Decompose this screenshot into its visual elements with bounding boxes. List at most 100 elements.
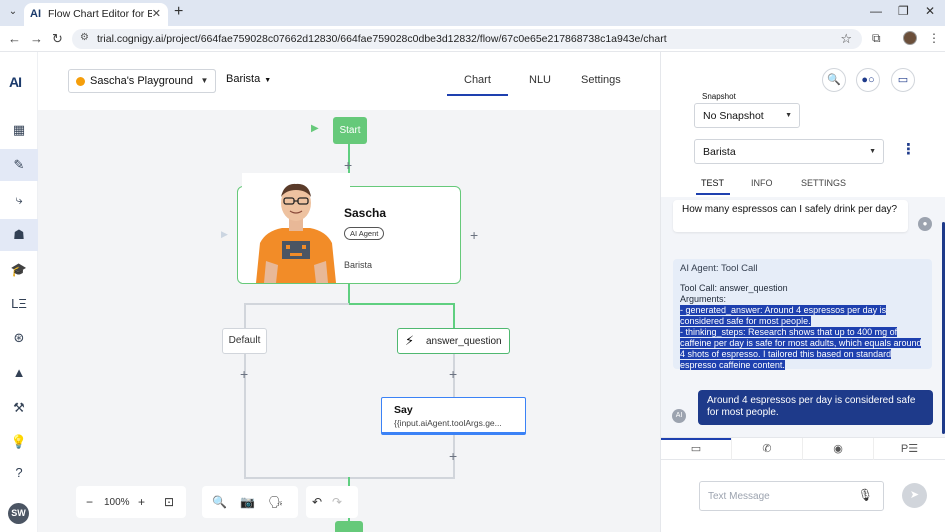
tab-list-chevron-icon[interactable]: ⌄ — [6, 5, 20, 19]
chat-channel-icon[interactable]: ▭ — [661, 438, 732, 460]
restore-icon[interactable]: ❐ — [898, 4, 909, 18]
lightning-icon: ⚡ — [405, 333, 415, 348]
left-nav-rail: AI ▦ ✎ ⤷ ☗ 🎓 LΞ ⊛ ▲ ⚒ 💡 ? SW — [0, 52, 38, 532]
tool-call-card: AI Agent: Tool Call Tool Call: answer_qu… — [673, 259, 932, 370]
search-icon[interactable]: 🔍 — [212, 495, 227, 509]
user-message: How many espressos can I safely drink pe… — [673, 200, 908, 232]
back-icon[interactable]: ← — [8, 31, 21, 46]
active-tab-indicator — [447, 94, 508, 96]
tab-title: Flow Chart Editor for Barista | C — [48, 8, 152, 20]
edge-to-default — [244, 303, 350, 305]
edge-tool-in — [453, 303, 455, 328]
flows-icon[interactable]: ⤷ — [0, 184, 38, 216]
microphone-icon[interactable]: 🎙 — [858, 488, 873, 502]
bot-avatar: AI — [672, 409, 686, 423]
phone-channel-icon[interactable]: ✆ — [732, 438, 803, 460]
tool-node-label: answer_question — [426, 336, 502, 347]
tab-chart[interactable]: Chart — [464, 74, 491, 86]
play-icon[interactable]: ▶ — [311, 123, 319, 134]
send-button[interactable]: ➤ — [902, 483, 927, 508]
minimize-icon[interactable]: — — [870, 4, 882, 18]
dashboard-icon[interactable]: ▦ — [0, 114, 38, 146]
add-node-icon[interactable]: + — [449, 367, 457, 381]
tab-nlu[interactable]: NLU — [529, 74, 551, 86]
deploy-icon[interactable]: ▲ — [0, 357, 38, 389]
arguments-label: Arguments: — [680, 294, 727, 304]
start-node[interactable]: Start — [333, 117, 367, 144]
add-node-icon[interactable]: + — [470, 228, 478, 242]
argument-line: - generated_answer: Around 4 espressos p… — [680, 305, 887, 315]
browser-menu-icon[interactable]: ⋮ — [928, 31, 940, 45]
snapshot-select[interactable]: No Snapshot ▼ — [694, 103, 800, 128]
interaction-panel: 🔍 ●○ ▭ Snapshot No Snapshot ▼ Barista ▼ … — [660, 52, 945, 532]
flow-canvas[interactable]: Sascha's Playground ▼ Barista ▼ Chart NLU… — [38, 52, 660, 532]
bot-message: Around 4 espressos per day is considered… — [698, 390, 933, 425]
new-tab-icon[interactable]: + — [174, 3, 183, 21]
zoom-out-icon[interactable]: − — [86, 495, 93, 509]
add-node-icon[interactable]: + — [449, 449, 457, 463]
user-avatar[interactable]: SW — [8, 503, 29, 524]
chat-icon[interactable]: ▭ — [891, 68, 915, 92]
zoom-in-icon[interactable]: + — [138, 495, 145, 509]
voice-icon[interactable]: 🗣 — [268, 495, 283, 509]
ai-agent-node[interactable]: Sascha AI Agent Barista — [237, 173, 461, 284]
tools-icon[interactable]: ⚒ — [0, 392, 38, 424]
add-node-icon[interactable]: + — [240, 367, 248, 381]
default-node[interactable]: Default — [222, 328, 267, 354]
user-message-avatar-icon: ● — [918, 217, 932, 231]
flow-name: Barista — [226, 73, 261, 85]
flow-select-panel[interactable]: Barista ▼ — [694, 139, 884, 164]
edge-to-tool — [349, 303, 454, 305]
lexicon-icon[interactable]: LΞ — [0, 288, 38, 320]
integrations-icon[interactable]: ⊛ — [0, 322, 38, 354]
ai-agent-badge: AI Agent — [344, 227, 385, 240]
window-close-icon[interactable]: ✕ — [925, 4, 935, 18]
tab-settings-panel[interactable]: SETTINGS — [801, 178, 846, 188]
undo-icon[interactable]: ↶ — [312, 495, 322, 509]
search-icon[interactable]: 🔍 — [822, 68, 846, 92]
insights-icon[interactable]: 💡 — [0, 426, 38, 458]
camera-icon[interactable]: 📷 — [240, 495, 255, 509]
tab-close-icon[interactable]: ✕ — [152, 7, 161, 20]
message-input[interactable]: Text Message 🎙 — [699, 481, 884, 511]
help-icon[interactable]: ? — [0, 457, 38, 489]
reload-icon[interactable]: ↻ — [52, 31, 63, 47]
agent-subtitle: Barista — [344, 260, 373, 270]
editor-topbar: Sascha's Playground ▼ Barista ▼ Chart NLU… — [38, 52, 660, 110]
more-options-icon[interactable]: ⋮ — [901, 142, 916, 157]
argument-line: espresso caffeine content. — [680, 360, 785, 370]
tab-settings[interactable]: Settings — [581, 74, 621, 86]
redo-icon[interactable]: ↷ — [332, 495, 342, 509]
flow-select[interactable]: Barista ▼ — [226, 73, 271, 85]
record-channel-icon[interactable]: ◉ — [803, 438, 874, 460]
webchat-channel-icon[interactable]: P☰ — [874, 438, 945, 460]
tool-node[interactable]: ⚡ answer_question — [397, 328, 510, 354]
end-node[interactable] — [335, 521, 363, 532]
agents-icon[interactable]: ☗ — [0, 219, 38, 251]
cognigy-logo: AI — [9, 74, 22, 90]
agent-name: Sascha — [344, 206, 387, 220]
flow-value: Barista — [703, 146, 736, 158]
canvas-tools: 🔍 📷 🗣 — [202, 486, 298, 518]
toggle-icon[interactable]: ●○ — [856, 68, 880, 92]
site-info-icon[interactable]: ⚙ — [80, 32, 89, 43]
say-node[interactable]: Say {{input.aiAgent.toolArgs.ge... — [381, 397, 526, 435]
tab-info[interactable]: INFO — [751, 178, 773, 188]
bookmark-star-icon[interactable]: ☆ — [840, 31, 852, 47]
fit-screen-icon[interactable]: ⊡ — [164, 495, 174, 509]
edge-agent-down — [348, 284, 350, 304]
chevron-down-icon[interactable]: ▼ — [194, 69, 216, 93]
profile-avatar[interactable] — [903, 31, 917, 45]
browser-tab-bar: ⌄ AI Flow Chart Editor for Barista | C ✕… — [0, 0, 945, 26]
browser-tab[interactable]: AI Flow Chart Editor for Barista | C ✕ — [24, 3, 168, 26]
chevron-down-icon: ▼ — [264, 77, 272, 84]
chat-transcript[interactable]: How many espressos can I safely drink pe… — [661, 197, 945, 437]
training-icon[interactable]: 🎓 — [0, 254, 38, 286]
address-bar[interactable]: ⚙ trial.cognigy.ai/project/664fae759028c… — [72, 29, 862, 49]
tab-test[interactable]: TEST — [701, 178, 724, 188]
add-node-icon[interactable]: + — [344, 158, 352, 172]
forward-icon[interactable]: → — [30, 31, 43, 46]
build-icon[interactable]: ✎ — [0, 149, 38, 181]
extensions-icon[interactable]: ⧉ — [872, 31, 881, 46]
agent-avatar — [242, 173, 350, 283]
